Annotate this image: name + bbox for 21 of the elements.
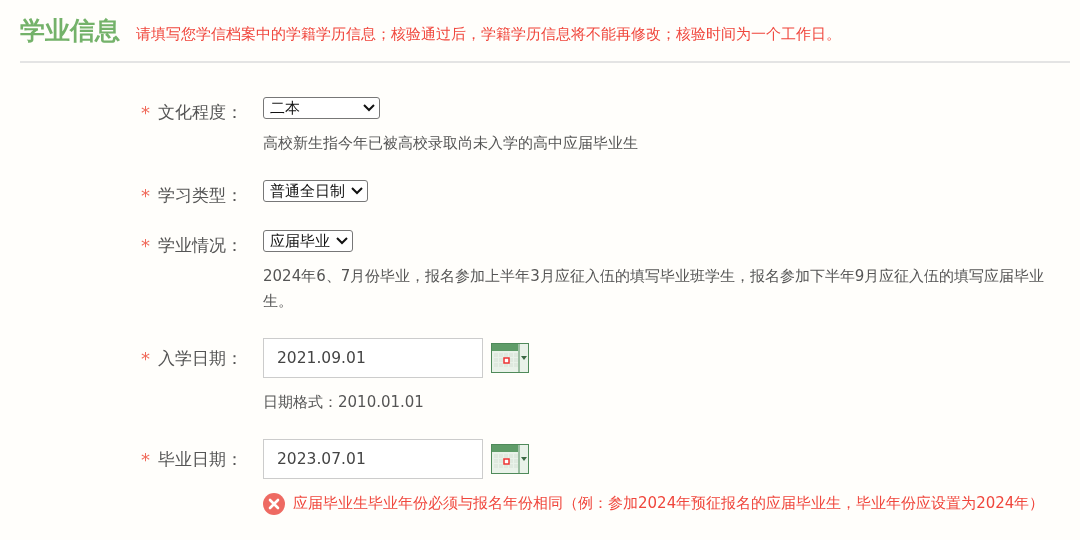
section-title: 学业信息 (20, 15, 120, 47)
field-label: 学习类型： (158, 183, 243, 207)
required-mark: * (141, 448, 150, 470)
dropdown[interactable]: 普通全日制 (263, 180, 368, 202)
hint-text: 高校新生指今年已被高校录取尚未入学的高中应届毕业生 (263, 133, 638, 154)
notice-text: 请填写您学信档案中的学籍学历信息；核验通过后，学籍学历信息将不能再修改；核验时间为一个工作日。 (136, 25, 841, 44)
date-field[interactable]: 2023.07.01 (263, 439, 483, 479)
hint-text: 2024年6、7月份毕业，报名参加上半年3月应征入伍的填写毕业班学生，报名参加下半年9月应征入伍的填写应届毕业生。 (263, 266, 1046, 312)
required-mark: * (141, 101, 150, 123)
date-field[interactable]: 2021.09.01 (263, 338, 483, 378)
hint-text: 日期格式：2010.01.01 (263, 392, 424, 413)
required-mark: * (141, 347, 150, 369)
required-mark: * (141, 184, 150, 206)
field-label: 毕业日期： (158, 447, 243, 471)
required-mark: * (141, 234, 150, 256)
field-label: 文化程度： (158, 100, 243, 124)
field-label: 学业情况： (158, 233, 243, 257)
error-message: 应届毕业生毕业年份必须与报名年份相同（例：参加2024年预征报名的应届毕业生，毕业年份应设置为2024年） (293, 493, 1045, 514)
dropdown[interactable]: 应届毕业 (263, 230, 353, 252)
field-label: 入学日期： (158, 346, 243, 370)
dropdown[interactable]: 二本 (263, 97, 380, 119)
